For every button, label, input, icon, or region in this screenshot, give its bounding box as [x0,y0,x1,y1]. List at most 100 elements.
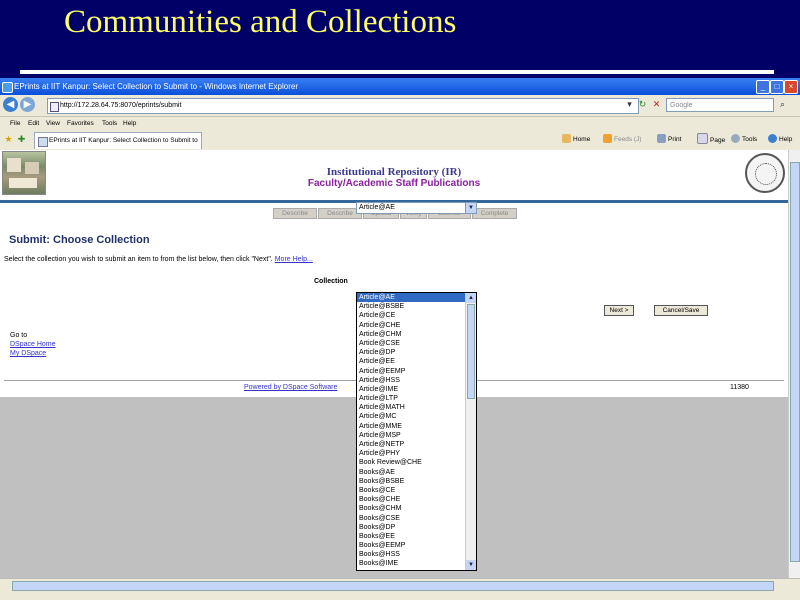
collection-option[interactable]: Article@NETP [357,440,467,449]
add-favorites-icon[interactable]: ✚ [16,134,27,145]
slide-title: Communities and Collections [64,4,457,40]
favorites-star-icon[interactable]: ★ [3,134,14,145]
goto-links: Go to DSpace Home My DSpace [10,331,56,358]
collection-option[interactable]: Books@AE [357,468,467,477]
forward-button[interactable]: ▶ [20,97,35,112]
home-icon [562,134,571,143]
footer-number: 11380 [730,384,749,391]
address-url: http://172.28.64.75:8070/eprints/submit [60,102,182,109]
collection-option[interactable]: Article@MME [357,422,467,431]
feeds-command[interactable]: Feeds (J) [603,133,641,147]
page-vertical-scrollbar[interactable] [788,150,800,578]
address-dropdown-icon[interactable]: ▾ [624,99,635,110]
collection-option[interactable]: Article@DP [357,348,467,357]
scroll-down-icon[interactable]: ▼ [466,560,476,570]
tab-active[interactable]: EPrints at IIT Kanpur: Select Collection… [34,132,202,149]
page-icon [697,133,708,144]
back-arrow-icon: ◀ [6,99,15,110]
collection-option[interactable]: Article@MC [357,412,467,421]
collection-option[interactable]: Article@IME [357,385,467,394]
collection-select[interactable]: Article@AE ▼ [356,202,477,214]
menu-edit[interactable]: Edit [28,117,39,130]
search-icon[interactable]: ⌕ [777,99,788,110]
collection-select-value: Article@AE [359,204,395,211]
collection-option[interactable]: Books@HSS [357,550,467,559]
ie-app-icon [2,82,13,93]
collection-option[interactable]: Books@CE [357,486,467,495]
menu-tools[interactable]: Tools [102,117,117,130]
collection-option[interactable]: Books@DP [357,523,467,532]
collection-option[interactable]: Books@IME [357,559,467,568]
next-button[interactable]: Next > [604,305,634,316]
collection-option[interactable]: Books@CHM [357,504,467,513]
institute-seal-logo [745,153,785,193]
page-horizontal-scrollbar[interactable] [0,578,800,593]
collection-dropdown-list[interactable]: Article@AE Article@BSBE Article@CE Article@… [356,292,477,571]
menu-bar: File Edit View Favorites Tools Help [0,117,800,130]
more-help-link[interactable]: More Help... [275,256,313,263]
close-button[interactable]: × [784,80,798,94]
repository-title: Institutional Repository (IR) [326,166,462,178]
collection-option[interactable]: Books@EEMP [357,541,467,550]
forward-arrow-icon: ▶ [23,99,32,110]
collection-option[interactable]: Article@PHY [357,449,467,458]
chevron-down-icon[interactable]: ▼ [465,203,476,213]
scroll-thumb[interactable] [467,304,475,399]
page-heading: Submit: Choose Collection [9,234,150,246]
rss-icon [603,134,612,143]
powered-by-link[interactable]: Powered by DSpace Software [244,384,337,391]
collection-option[interactable]: Article@EE [357,357,467,366]
collection-option[interactable]: Article@MSP [357,431,467,440]
instruction-text: Select the collection you wish to submit… [4,256,313,263]
tab-page-icon [38,137,48,147]
collection-option[interactable]: Article@HSS [357,376,467,385]
collection-option[interactable]: Article@LTP [357,394,467,403]
help-icon [768,134,777,143]
tab-title: EPrints at IIT Kanpur: Select Collection… [49,137,198,144]
menu-help[interactable]: Help [123,117,136,130]
window-titlebar: EPrints at IIT Kanpur: Select Collection… [0,78,800,95]
window-title: EPrints at IIT Kanpur: Select Collection… [14,82,298,91]
menu-file[interactable]: File [10,117,20,130]
my-dspace-link[interactable]: My DSpace [10,349,56,358]
dropdown-scrollbar[interactable]: ▲ ▼ [465,293,476,570]
collection-options: Article@AE Article@BSBE Article@CE Article@… [357,293,467,570]
collection-option[interactable]: Article@EEMP [357,367,467,376]
search-input[interactable]: Google [666,98,774,112]
stop-icon[interactable]: ✕ [651,99,662,110]
step-complete: Complete [472,208,517,219]
maximize-button[interactable]: □ [770,80,784,94]
tools-command[interactable]: Tools [731,133,757,147]
page-icon [50,102,59,112]
address-bar[interactable]: http://172.28.64.75:8070/eprints/submit [47,98,639,114]
collection-option[interactable]: Article@MATH [357,403,467,412]
help-command[interactable]: Help [768,133,792,147]
back-button[interactable]: ◀ [3,97,18,112]
collection-option[interactable]: Article@CSE [357,339,467,348]
printer-icon [657,134,666,143]
scroll-up-icon[interactable]: ▲ [466,293,476,303]
collection-option[interactable]: Book Review@CHE [357,458,467,467]
collection-option[interactable]: Books@CHE [357,495,467,504]
goto-label: Go to [10,332,28,339]
cancel-save-button[interactable]: Cancel/Save [654,305,708,316]
page-command[interactable]: Page [697,133,725,148]
print-command[interactable]: Print [657,133,681,147]
collection-option[interactable]: Books@BSBE [357,477,467,486]
collection-option[interactable]: Books@CSE [357,514,467,523]
gear-icon [731,134,740,143]
dspace-home-link[interactable]: DSpace Home [10,340,56,349]
collection-option[interactable]: Article@CHM [357,330,467,339]
menu-favorites[interactable]: Favorites [67,117,94,130]
step-describe: Describe [273,208,317,219]
collection-option[interactable]: Article@CHE [357,321,467,330]
collection-option[interactable]: Article@CE [357,311,467,320]
collection-option[interactable]: Books@EE [357,532,467,541]
collection-option[interactable]: Article@BSBE [357,302,467,311]
title-underline [20,70,774,74]
home-command[interactable]: Home [562,133,590,147]
collection-option[interactable]: Article@AE [357,293,467,303]
menu-view[interactable]: View [46,117,60,130]
refresh-icon[interactable]: ↻ [637,99,648,110]
minimize-button[interactable]: _ [756,80,770,94]
